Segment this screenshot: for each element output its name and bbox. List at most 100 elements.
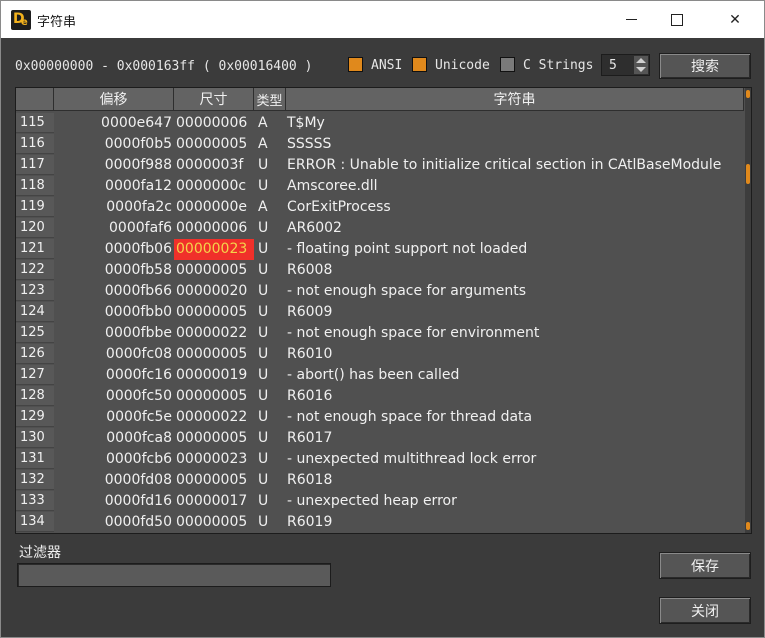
table-row[interactable]: 131 0000fcb6 00000023 U - unexpected multith…: [16, 449, 744, 470]
row-offset: 0000fc16: [105, 367, 172, 383]
table-row[interactable]: 117 0000f988 0000003f U ERROR : Unable to in…: [16, 155, 744, 176]
row-index: 115: [16, 113, 54, 133]
row-index: 134: [16, 512, 54, 532]
window-title: 字符串: [37, 15, 77, 30]
row-offset: 0000fb06: [104, 241, 172, 257]
row-type: U: [258, 241, 269, 257]
row-string: ERROR : Unable to initialize critical se…: [287, 157, 722, 173]
header-string[interactable]: 字符串: [286, 88, 744, 111]
row-index: 119: [16, 197, 54, 217]
filter-label: 过滤器: [19, 545, 61, 561]
table-row[interactable]: 122 0000fb58 00000005 U R6008: [16, 260, 744, 281]
row-index: 131: [16, 449, 54, 469]
row-index: 122: [16, 260, 54, 280]
row-string: R6010: [287, 346, 333, 362]
table-row[interactable]: 133 0000fd16 00000017 U - unexpected heap er…: [16, 491, 744, 512]
header-index[interactable]: [16, 88, 54, 111]
row-offset: 0000fd16: [104, 493, 172, 509]
row-size: 00000022: [176, 325, 248, 341]
row-size: 00000022: [176, 409, 248, 425]
table-row[interactable]: 129 0000fc5e 00000022 U - not enough space f…: [16, 407, 744, 428]
row-type: A: [258, 199, 268, 215]
row-index: 128: [16, 386, 54, 406]
scroll-up-icon[interactable]: [746, 90, 750, 98]
minimize-icon: [625, 19, 637, 20]
table-row[interactable]: 121 0000fb06 00000023 U - floating point sup…: [16, 239, 744, 260]
row-type: U: [258, 367, 269, 383]
table-row[interactable]: 126 0000fc08 00000005 U R6010: [16, 344, 744, 365]
table-row[interactable]: 134 0000fd50 00000005 U R6019: [16, 512, 744, 533]
table-row[interactable]: 127 0000fc16 00000019 U - abort() has been c…: [16, 365, 744, 386]
row-offset: 0000faf6: [109, 220, 172, 236]
row-string: - not enough space for environment: [287, 325, 540, 341]
row-size: 00000005: [176, 472, 248, 488]
unicode-label: Unicode: [435, 58, 490, 73]
scroll-down-icon[interactable]: [746, 522, 750, 530]
table-row[interactable]: 125 0000fbbe 00000022 U - not enough space f…: [16, 323, 744, 344]
row-offset: 0000fa12: [105, 178, 172, 194]
row-offset: 0000fb66: [104, 283, 172, 299]
row-size: 00000006: [176, 115, 248, 131]
row-string: T$My: [287, 115, 325, 131]
header-offset-label: 偏移: [99, 92, 128, 108]
table-row[interactable]: 132 0000fd08 00000005 U R6018: [16, 470, 744, 491]
maximize-button[interactable]: [654, 1, 700, 38]
vertical-scrollbar[interactable]: [745, 88, 751, 533]
row-size: 00000020: [176, 283, 248, 299]
spin-down-icon[interactable]: [636, 67, 646, 72]
row-type: A: [258, 115, 268, 131]
save-button[interactable]: 保存: [659, 552, 751, 579]
app-logo-icon: De: [11, 10, 31, 30]
row-offset: 0000f0b5: [104, 136, 172, 152]
row-size: 00000017: [176, 493, 248, 509]
row-size: 0000000e: [176, 199, 247, 215]
ansi-label: ANSI: [371, 58, 403, 73]
row-size: 00000005: [176, 262, 248, 278]
row-type: U: [258, 346, 269, 362]
table-row[interactable]: 118 0000fa12 0000000c U Amscoree.dll: [16, 176, 744, 197]
row-index: 130: [16, 428, 54, 448]
min-length-value[interactable]: 5: [609, 58, 617, 73]
header-offset[interactable]: 偏移: [54, 88, 208, 111]
row-type: U: [258, 304, 269, 320]
header-type[interactable]: 类型: [254, 88, 286, 111]
table-row[interactable]: 130 0000fca8 00000005 U R6017: [16, 428, 744, 449]
spin-up-icon[interactable]: [636, 58, 646, 63]
close-button[interactable]: 关闭: [659, 597, 751, 624]
table-row[interactable]: 124 0000fbb0 00000005 U R6009: [16, 302, 744, 323]
header-size[interactable]: 尺寸: [174, 88, 254, 111]
row-type: A: [258, 136, 268, 152]
row-index: 117: [16, 155, 54, 175]
row-type: U: [258, 262, 269, 278]
row-string: - floating point support not loaded: [287, 241, 528, 257]
search-button[interactable]: 搜索: [659, 53, 751, 79]
row-offset: 0000fbb0: [104, 304, 172, 320]
row-size: 00000005: [176, 346, 248, 362]
min-length-spinbox[interactable]: 5: [601, 54, 650, 76]
cstrings-label: C Strings: [523, 58, 594, 73]
spin-buttons: [634, 56, 648, 74]
row-string: SSSSS: [287, 136, 332, 152]
row-string: - unexpected multithread lock error: [287, 451, 537, 467]
row-type: U: [258, 409, 269, 425]
row-type: U: [258, 493, 269, 509]
cstrings-checkbox[interactable]: [500, 57, 515, 72]
table-row[interactable]: 128 0000fc50 00000005 U R6016: [16, 386, 744, 407]
table-row[interactable]: 119 0000fa2c 0000000e A CorExitProcess: [16, 197, 744, 218]
row-string: CorExitProcess: [287, 199, 391, 215]
close-window-button[interactable]: ✕: [712, 1, 758, 38]
table-row[interactable]: 120 0000faf6 00000006 U AR6002: [16, 218, 744, 239]
ansi-checkbox[interactable]: [348, 57, 363, 72]
row-index: 133: [16, 491, 54, 511]
filter-input[interactable]: [17, 563, 331, 587]
unicode-checkbox[interactable]: [412, 57, 427, 72]
row-type: U: [258, 325, 269, 341]
scroll-thumb[interactable]: [746, 164, 750, 184]
table-row[interactable]: 115 0000e647 00000006 A T$My: [16, 113, 744, 134]
row-offset: 0000e647: [101, 115, 172, 131]
row-type: U: [258, 430, 269, 446]
row-size: 00000006: [176, 220, 248, 236]
minimize-button[interactable]: [608, 1, 654, 38]
table-row[interactable]: 116 0000f0b5 00000005 A SSSSS: [16, 134, 744, 155]
table-row[interactable]: 123 0000fb66 00000020 U - not enough space f…: [16, 281, 744, 302]
